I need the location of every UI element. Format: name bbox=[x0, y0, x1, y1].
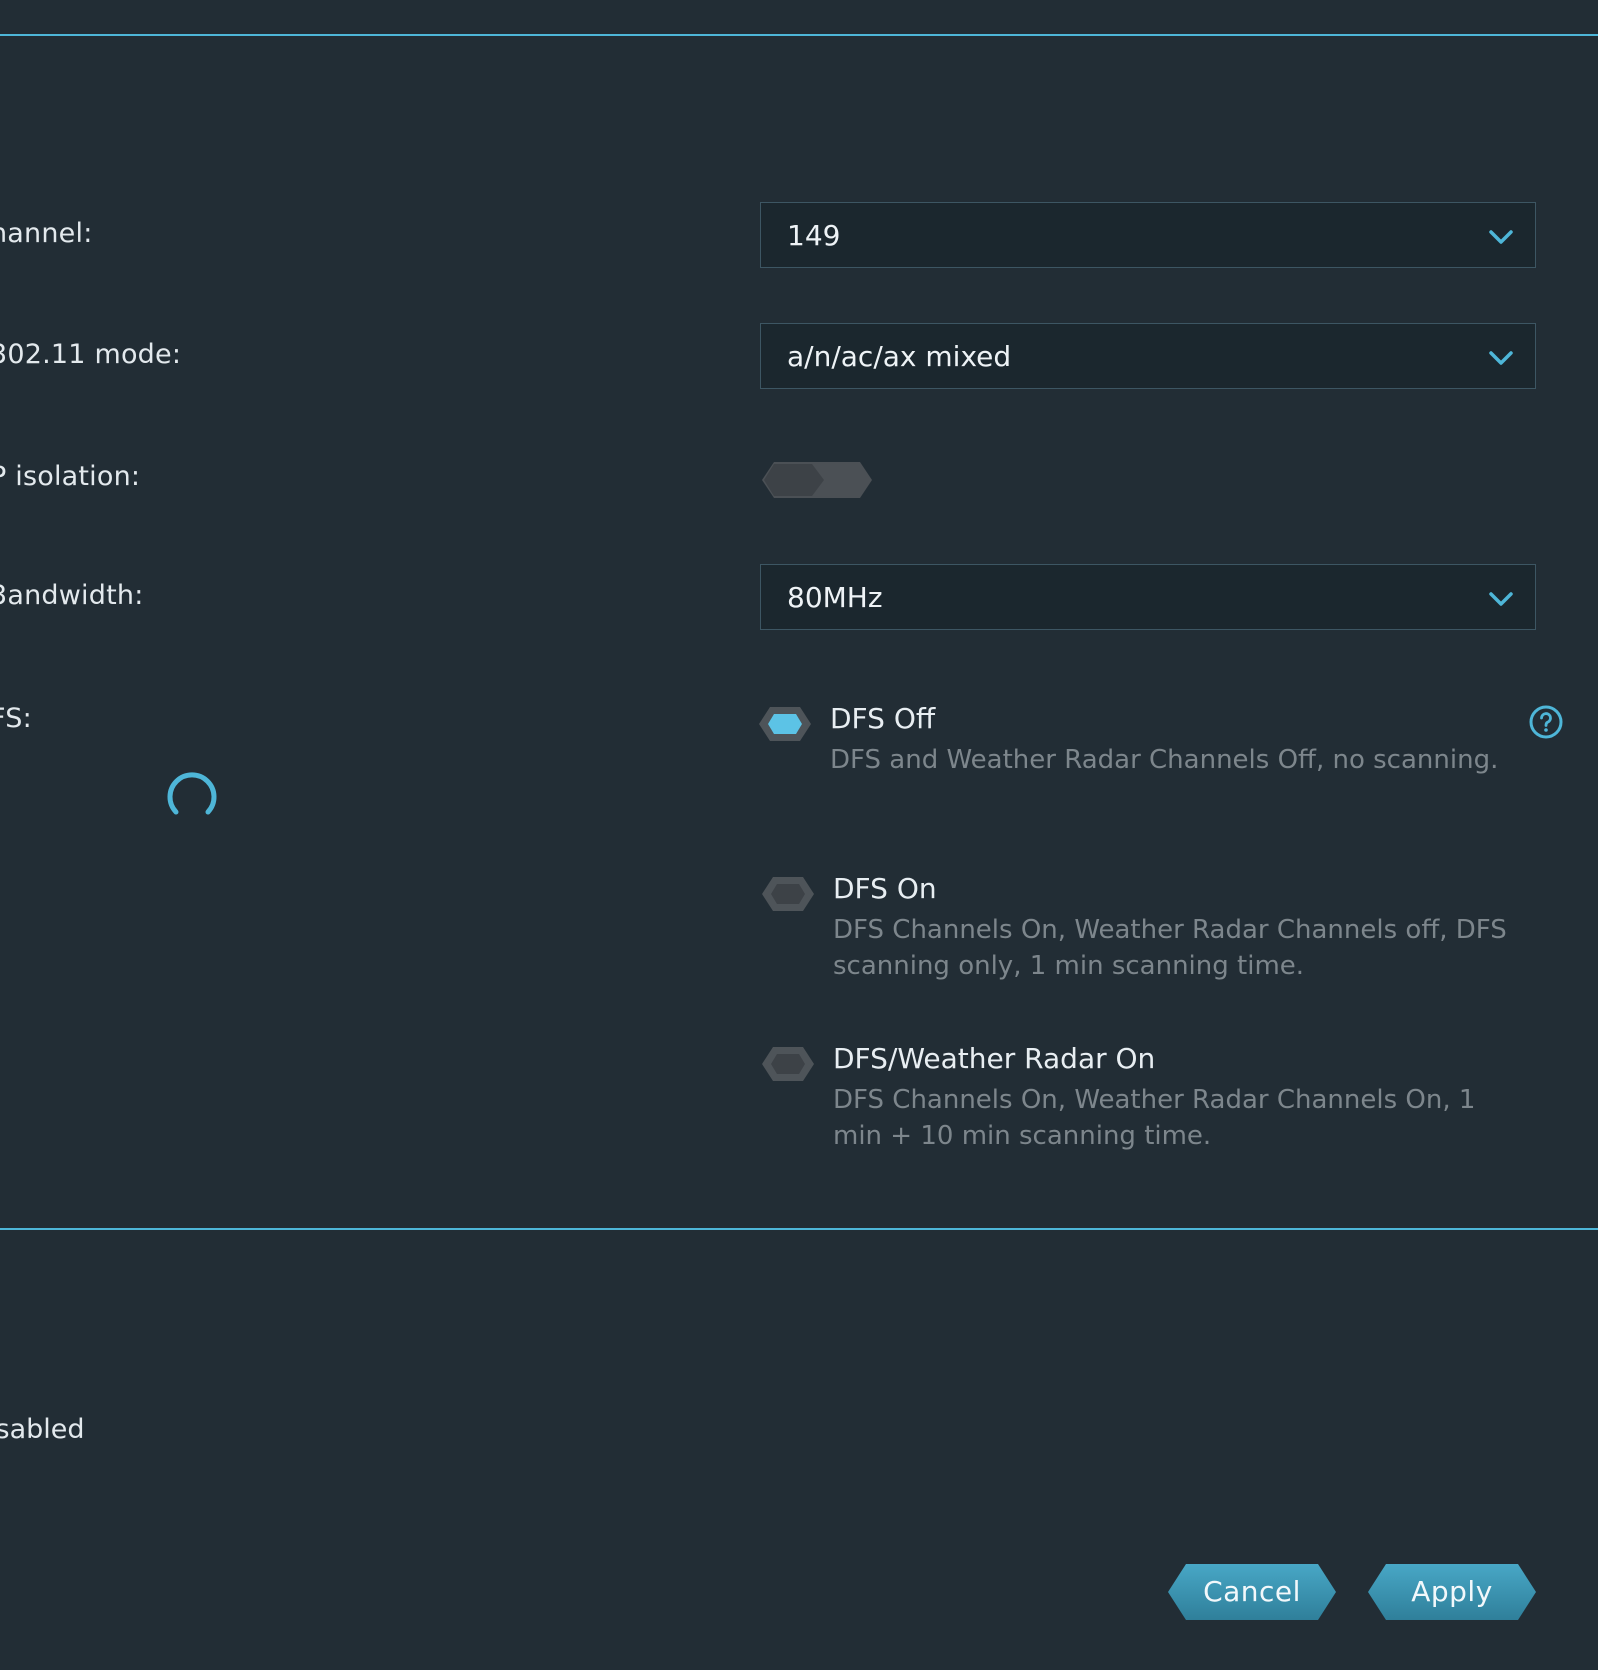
dfs-option-title: DFS Off bbox=[830, 702, 936, 735]
bandwidth-select-value: 80MHz bbox=[787, 580, 883, 614]
radio-unselected-icon[interactable] bbox=[761, 876, 815, 912]
dfs-option-description: DFS and Weather Radar Channels Off, no s… bbox=[830, 745, 1499, 775]
chevron-down-icon bbox=[1489, 351, 1513, 365]
dfs-label: FS: bbox=[0, 703, 32, 734]
dfs-option-title: DFS/Weather Radar On bbox=[833, 1042, 1156, 1075]
chevron-down-icon bbox=[1489, 230, 1513, 244]
radio-unselected-icon[interactable] bbox=[761, 1046, 815, 1082]
dfs-option-description: DFS Channels On, Weather Radar Channels … bbox=[833, 915, 1507, 981]
chevron-down-icon bbox=[1489, 592, 1513, 606]
dfs-option-title: DFS On bbox=[833, 872, 937, 905]
help-circle-icon[interactable] bbox=[1528, 704, 1564, 740]
apply-button[interactable]: Apply bbox=[1368, 1564, 1536, 1620]
channel-select-value: 149 bbox=[787, 218, 841, 252]
status-value: isabled bbox=[0, 1414, 85, 1445]
mode-select-value: a/n/ac/ax mixed bbox=[787, 339, 1012, 373]
mode-select[interactable]: a/n/ac/ax mixed bbox=[760, 323, 1536, 389]
cancel-button-label: Cancel bbox=[1203, 1575, 1301, 1608]
bottom-divider bbox=[0, 1228, 1598, 1230]
ap-isolation-toggle[interactable] bbox=[762, 462, 872, 498]
mode-label: 302.11 mode: bbox=[0, 339, 182, 370]
bandwidth-select[interactable]: 80MHz bbox=[760, 564, 1536, 630]
dfs-option-description: DFS Channels On, Weather Radar Channels … bbox=[833, 1085, 1476, 1151]
cancel-button[interactable]: Cancel bbox=[1168, 1564, 1336, 1620]
spinner-icon bbox=[167, 772, 217, 815]
ap-isolation-label: P isolation: bbox=[0, 461, 141, 492]
bandwidth-label: 3andwidth: bbox=[0, 580, 144, 611]
top-divider bbox=[0, 34, 1598, 36]
apply-button-label: Apply bbox=[1411, 1575, 1493, 1608]
radio-selected-icon[interactable] bbox=[758, 706, 812, 742]
channel-label: hannel: bbox=[0, 218, 93, 249]
channel-select[interactable]: 149 bbox=[760, 202, 1536, 268]
